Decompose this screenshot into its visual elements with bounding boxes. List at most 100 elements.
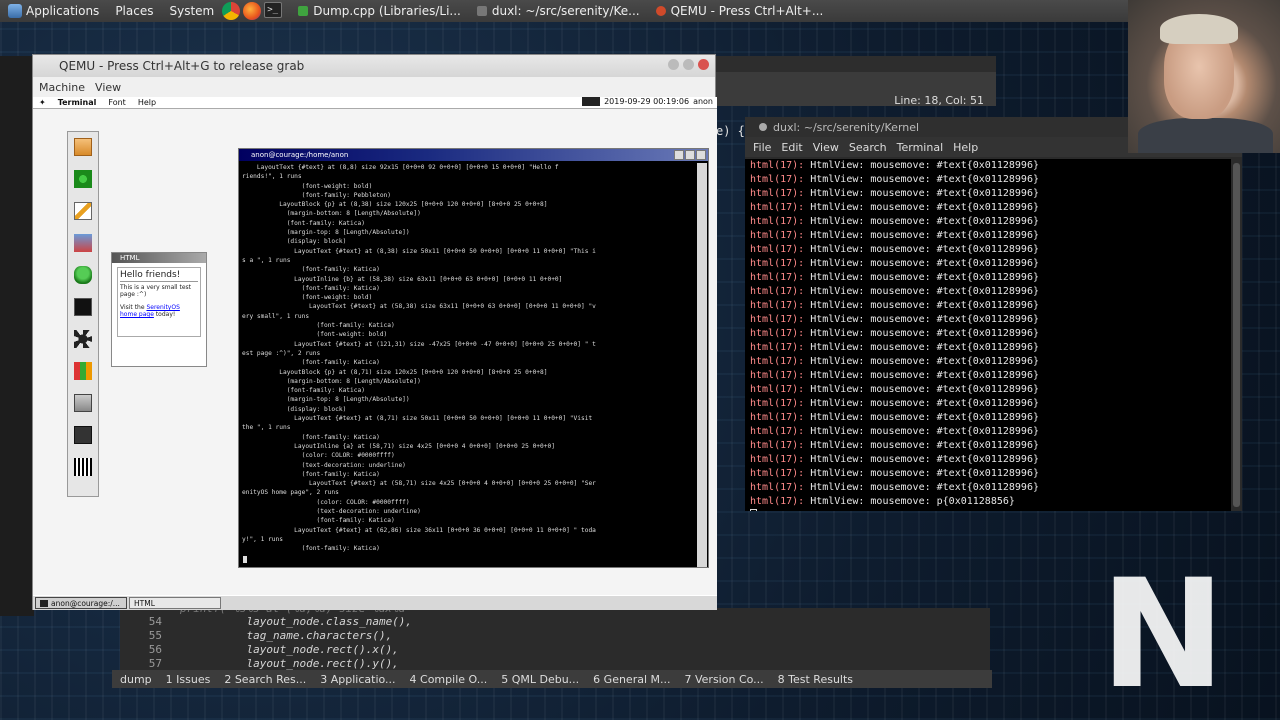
qemu-window: QEMU - Press Ctrl+Alt+G to release grab … bbox=[32, 54, 717, 610]
terminal-line: the ", 1 runs bbox=[242, 424, 291, 432]
network-icon[interactable] bbox=[74, 170, 92, 188]
text: today! bbox=[153, 311, 176, 318]
log-text: HtmlView: mousemove: #text{0x01128996} bbox=[804, 188, 1039, 199]
html-window-titlebar[interactable]: HTML bbox=[112, 253, 206, 263]
log-prefix: html(17): bbox=[750, 230, 805, 241]
log-line: html(17): HtmlView: mousemove: #text{0x0… bbox=[750, 453, 1231, 467]
log-line: html(17): HtmlView: mousemove: #text{0x0… bbox=[750, 229, 1231, 243]
code-editor[interactable]: printf("%s%s at (%d,%d) size %dx%d 54 la… bbox=[120, 602, 990, 670]
menu-font[interactable]: Font bbox=[102, 98, 131, 107]
tab-application-output[interactable]: 3 Applicatio... bbox=[320, 673, 395, 686]
menu-terminal[interactable]: Terminal bbox=[897, 141, 944, 154]
task-qtcreator[interactable]: Dump.cpp (Libraries/Li... bbox=[290, 0, 469, 22]
log-text: HtmlView: mousemove: #text{0x01128996} bbox=[804, 216, 1039, 227]
scrollbar-thumb[interactable] bbox=[1233, 163, 1240, 507]
paint-icon[interactable] bbox=[74, 394, 92, 412]
host-terminal-output[interactable]: html(17): HtmlView: mousemove: #text{0x0… bbox=[745, 159, 1231, 511]
tab-test-results[interactable]: 8 Test Results bbox=[778, 673, 853, 686]
snake-icon[interactable] bbox=[74, 266, 92, 284]
taskbar-label: anon@courage:/... bbox=[51, 598, 120, 608]
text: Visit the bbox=[120, 304, 147, 311]
log-line: html(17): HtmlView: mousemove: #text{0x0… bbox=[750, 173, 1231, 187]
task-qemu[interactable]: QEMU - Press Ctrl+Alt+... bbox=[648, 0, 832, 22]
serenity-desktop[interactable]: ✦ Terminal Font Help 2019-09-29 00:19:06… bbox=[33, 97, 717, 610]
code-line: layout_node.rect().y(), bbox=[220, 657, 399, 670]
serenity-terminal-title: anon@courage:/home/anon bbox=[251, 151, 349, 159]
log-line: html(17): HtmlView: mousemove: #text{0x0… bbox=[750, 481, 1231, 495]
menu-view[interactable]: View bbox=[813, 141, 839, 154]
log-line: html(17): HtmlView: mousemove: #text{0x0… bbox=[750, 201, 1231, 215]
terminal-line: y!", 1 runs bbox=[242, 535, 283, 543]
serenity-terminal-titlebar[interactable]: anon@courage:/home/anon bbox=[239, 149, 708, 161]
log-text: HtmlView: mousemove: #text{0x01128996} bbox=[804, 160, 1039, 171]
menu-file[interactable]: File bbox=[753, 141, 771, 154]
close-button[interactable] bbox=[698, 59, 709, 70]
minimize-button[interactable] bbox=[668, 59, 679, 70]
log-text: HtmlView: mousemove: #text{0x01128996} bbox=[804, 230, 1039, 241]
firefox-icon[interactable] bbox=[243, 2, 262, 20]
log-text: HtmlView: mousemove: #text{0x01128996} bbox=[804, 356, 1039, 367]
tab-search-results[interactable]: 2 Search Res... bbox=[224, 673, 306, 686]
menu-terminal[interactable]: Terminal bbox=[52, 98, 103, 107]
menu-view[interactable]: View bbox=[95, 81, 121, 94]
terminal-launcher-icon[interactable]: >_ bbox=[264, 2, 283, 18]
maximize-button[interactable] bbox=[683, 59, 694, 70]
applications-menu[interactable]: Applications bbox=[0, 4, 107, 18]
serenity-clock-area: 2019-09-29 00:19:06 anon bbox=[582, 97, 713, 106]
tab-dump[interactable]: dump bbox=[120, 673, 152, 686]
serenity-taskbar: anon@courage:/... HTML bbox=[33, 595, 717, 610]
log-text: HtmlView: mousemove: #text{0x01128996} bbox=[804, 440, 1039, 451]
taskbar-html-button[interactable]: HTML bbox=[129, 597, 221, 609]
terminal-line: (font-family: Katica) bbox=[242, 359, 380, 367]
minesweeper-icon[interactable] bbox=[74, 330, 92, 348]
log-prefix: html(17): bbox=[750, 412, 805, 423]
qemu-titlebar[interactable]: QEMU - Press Ctrl+Alt+G to release grab bbox=[33, 55, 715, 77]
terminal-line: (color: COLOR: #0000ffff) bbox=[242, 452, 395, 460]
serenity-terminal-output[interactable]: LayoutText {#text} at (8,8) size 92x15 [… bbox=[242, 163, 694, 565]
font-editor-icon[interactable] bbox=[74, 234, 92, 252]
menu-help[interactable]: Help bbox=[953, 141, 978, 154]
tab-qml-debugger[interactable]: 5 QML Debu... bbox=[501, 673, 579, 686]
log-prefix: html(17): bbox=[750, 272, 805, 283]
tab-issues[interactable]: 1 Issues bbox=[166, 673, 211, 686]
maximize-button[interactable] bbox=[685, 150, 695, 160]
log-line: html(17): HtmlView: mousemove: #text{0x0… bbox=[750, 425, 1231, 439]
log-line: html(17): HtmlView: mousemove: p{0x01128… bbox=[750, 495, 1231, 509]
log-line: html(17): HtmlView: mousemove: #text{0x0… bbox=[750, 187, 1231, 201]
log-line: html(17): HtmlView: mousemove: #text{0x0… bbox=[750, 439, 1231, 453]
system-menu[interactable]: System bbox=[161, 4, 222, 18]
terminal-icon[interactable] bbox=[74, 298, 92, 316]
inspector-icon[interactable] bbox=[74, 426, 92, 444]
log-text: HtmlView: mousemove: #text{0x01128996} bbox=[804, 174, 1039, 185]
minimize-button[interactable] bbox=[674, 150, 684, 160]
code-fragment: e) { bbox=[716, 124, 745, 138]
menu-help[interactable]: Help bbox=[132, 98, 162, 107]
menu-machine[interactable]: Machine bbox=[39, 81, 85, 94]
chrome-icon[interactable] bbox=[222, 2, 241, 20]
tab-version-control[interactable]: 7 Version Co... bbox=[685, 673, 764, 686]
menu-search[interactable]: Search bbox=[849, 141, 887, 154]
cpu-graph-icon bbox=[582, 97, 601, 106]
close-button[interactable] bbox=[696, 150, 706, 160]
terminal-line: (text-decoration: underline) bbox=[242, 507, 421, 515]
process-manager-icon[interactable] bbox=[74, 362, 92, 380]
tab-compile-output[interactable]: 4 Compile O... bbox=[410, 673, 488, 686]
serenity-terminal-scrollbar[interactable] bbox=[697, 163, 707, 567]
tab-general-messages[interactable]: 6 General M... bbox=[593, 673, 670, 686]
qemu-menubar: Machine View bbox=[33, 77, 715, 97]
log-prefix: html(17): bbox=[750, 258, 805, 269]
places-menu[interactable]: Places bbox=[107, 4, 161, 18]
window-menu-icon[interactable] bbox=[759, 123, 767, 131]
piano-icon[interactable] bbox=[74, 458, 92, 476]
file-manager-icon[interactable] bbox=[74, 138, 92, 156]
paragraph-2: Visit the SerenityOS home page today! bbox=[120, 304, 198, 318]
taskbar-terminal-button[interactable]: anon@courage:/... bbox=[35, 597, 127, 609]
serenity-logo-icon[interactable]: ✦ bbox=[33, 98, 52, 107]
task-duxl-terminal[interactable]: duxl: ~/src/serenity/Ke... bbox=[469, 0, 648, 22]
host-terminal-scrollbar[interactable] bbox=[1231, 159, 1242, 511]
terminal-line: s a ", 1 runs bbox=[242, 256, 291, 264]
menu-edit[interactable]: Edit bbox=[781, 141, 802, 154]
text-editor-icon[interactable] bbox=[74, 202, 92, 220]
log-text: HtmlView: mousemove: #text{0x01128996} bbox=[804, 412, 1039, 423]
log-line: html(17): HtmlView: mousemove: #text{0x0… bbox=[750, 355, 1231, 369]
